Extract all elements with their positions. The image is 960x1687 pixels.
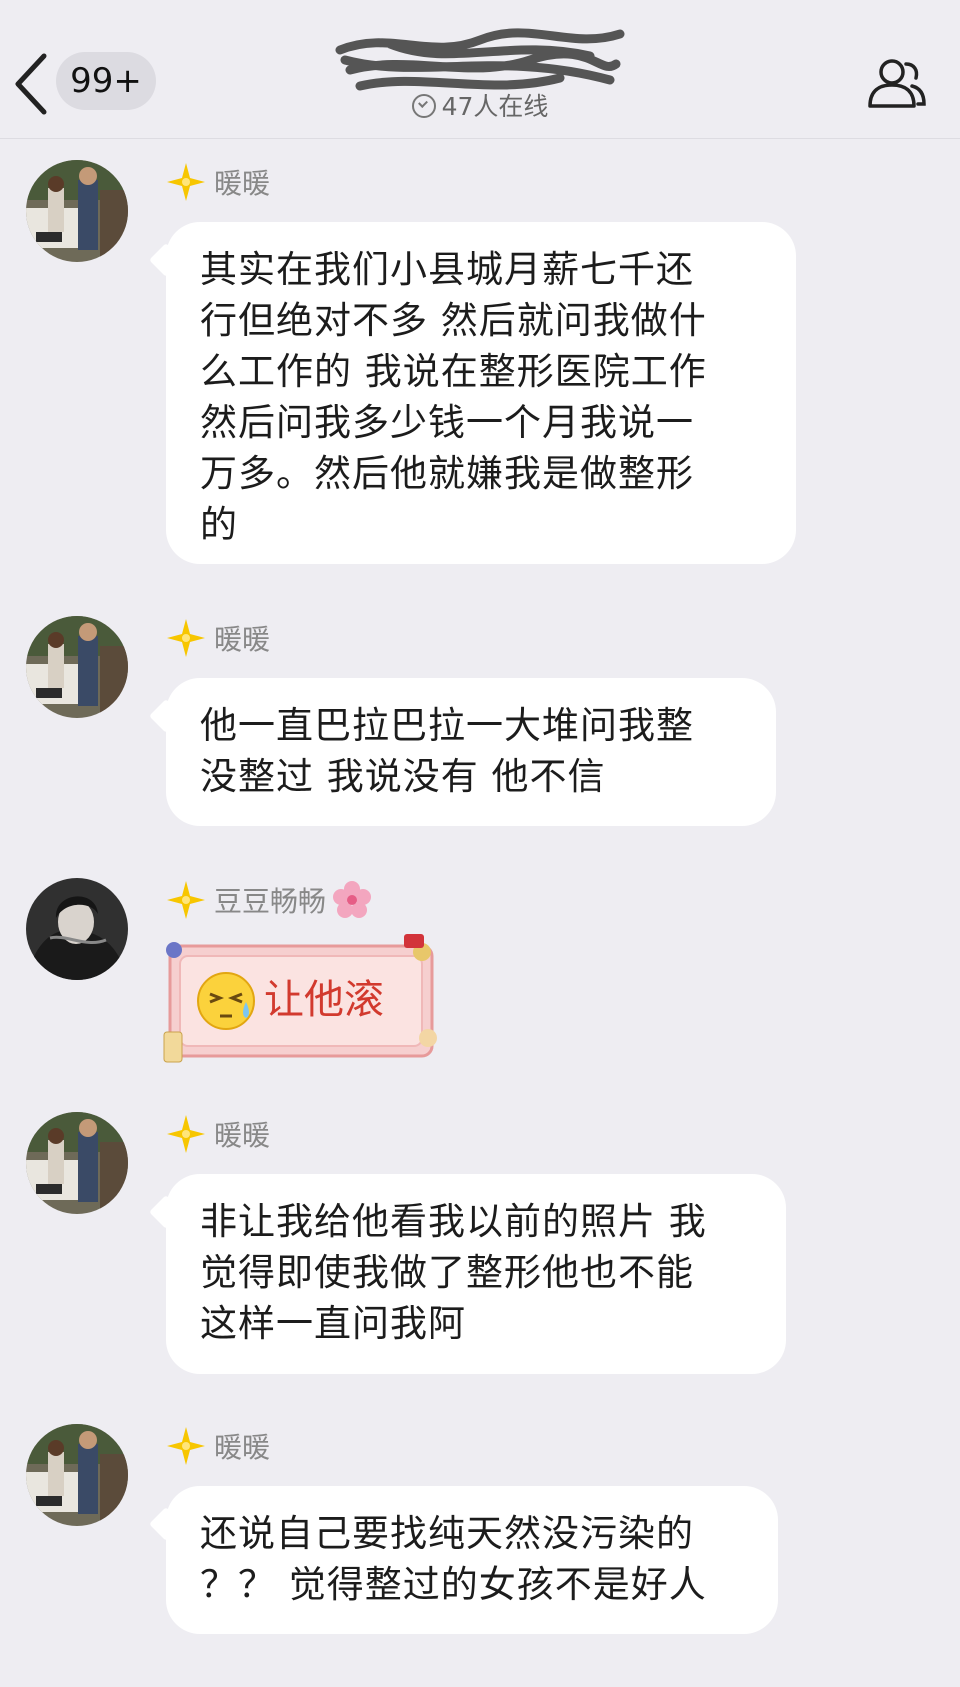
sender-row: 豆豆畅畅 (166, 878, 372, 922)
sender-row: 暖暖 (166, 616, 270, 660)
avatar[interactable] (26, 616, 128, 718)
message-bubble[interactable]: 还说自己要找纯天然没污染的 ？？ 觉得整过的女孩不是好人 (166, 1486, 778, 1634)
message-bubble[interactable]: 他一直巴拉巴拉一大堆问我整 没整过 我说没有 他不信 (166, 678, 776, 826)
avatar[interactable] (26, 878, 128, 980)
flower-icon (333, 881, 372, 918)
sender-nickname: 豆豆畅畅 (214, 885, 327, 918)
avatar[interactable] (26, 1112, 128, 1214)
message-bubble[interactable]: 非让我给他看我以前的照片 我 觉得即使我做了整形他也不能 这样一直问我阿 (166, 1174, 786, 1374)
sender-nickname: 暖暖 (214, 167, 271, 200)
sender-nickname: 暖暖 (214, 1119, 271, 1152)
online-text: 47人在线 (441, 92, 549, 121)
sender-nickname: 暖暖 (214, 1431, 271, 1464)
star-badge-icon (167, 619, 205, 657)
star-badge-icon (167, 163, 205, 201)
check-circle-icon (411, 94, 436, 118)
sender-row: 暖暖 (166, 1112, 270, 1156)
sender-row: 暖暖 (166, 160, 270, 204)
sticker-text: 让他滚 (264, 977, 384, 1023)
message-bubble[interactable]: 其实在我们小县城月薪七千还 行但绝对不多 然后就问我做什 么工作的 我说在整形医… (166, 222, 796, 564)
sender-nickname: 暖暖 (214, 623, 271, 656)
star-badge-icon (167, 881, 205, 919)
chat-header: 99+ 47人在线 (0, 0, 960, 139)
sender-row: 暖暖 (166, 1424, 270, 1468)
online-count: 47人在线 (0, 90, 960, 124)
avatar[interactable] (26, 1424, 128, 1526)
star-badge-icon (167, 1427, 205, 1465)
star-badge-icon (167, 1115, 205, 1153)
sticker-message[interactable]: 让他滚 (160, 932, 442, 1066)
group-members-icon[interactable] (864, 56, 928, 112)
avatar[interactable] (26, 160, 128, 262)
